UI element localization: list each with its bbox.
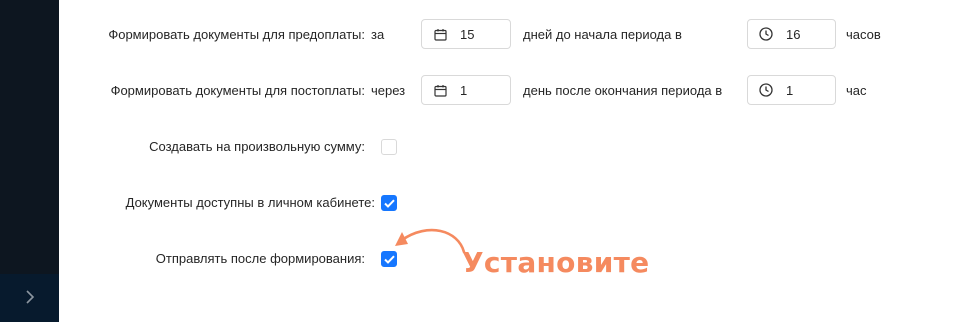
prepay-row: Формировать документы для предоплаты: за… bbox=[59, 19, 970, 51]
prepay-hours-input[interactable]: 16 bbox=[747, 19, 836, 49]
prepay-days-input[interactable]: 15 bbox=[421, 19, 511, 49]
prepay-prefix: за bbox=[371, 27, 385, 42]
postpay-days-input[interactable]: 1 bbox=[421, 75, 511, 105]
postpay-prefix: через bbox=[371, 83, 406, 98]
postpay-row: Формировать документы для постоплаты: че… bbox=[59, 75, 970, 107]
sidebar bbox=[0, 0, 59, 322]
curved-arrow-icon bbox=[388, 224, 470, 259]
postpay-hours-value: 1 bbox=[786, 82, 794, 98]
custom-amount-label: Создавать на произвольную сумму: bbox=[149, 139, 365, 154]
personal-cabinet-checkbox[interactable] bbox=[381, 195, 397, 211]
postpay-middle-text: день после окончания периода в bbox=[523, 83, 723, 98]
clock-icon bbox=[759, 27, 773, 41]
prepay-middle-text: дней до начала периода в bbox=[523, 27, 682, 42]
personal-cabinet-row: Документы доступны в личном кабинете: bbox=[59, 187, 970, 219]
custom-amount-row: Создавать на произвольную сумму: bbox=[59, 131, 970, 163]
check-icon bbox=[383, 196, 395, 211]
postpay-suffix: час bbox=[846, 83, 867, 98]
postpay-hours-input[interactable]: 1 bbox=[747, 75, 836, 105]
prepay-label: Формировать документы для предоплаты: bbox=[108, 27, 365, 42]
prepay-hours-value: 16 bbox=[786, 26, 801, 42]
postpay-days-value: 1 bbox=[460, 82, 468, 98]
custom-amount-checkbox[interactable] bbox=[381, 139, 397, 155]
sidebar-collapse-button[interactable] bbox=[0, 274, 59, 322]
postpay-label: Формировать документы для постоплаты: bbox=[110, 83, 365, 98]
clock-icon bbox=[759, 83, 773, 97]
send-after-label: Отправлять после формирования: bbox=[155, 251, 365, 266]
prepay-days-value: 15 bbox=[460, 26, 475, 42]
prepay-suffix: часов bbox=[846, 27, 881, 42]
calendar-icon bbox=[433, 83, 447, 97]
calendar-icon bbox=[433, 27, 447, 41]
personal-cabinet-label: Документы доступны в личном кабинете: bbox=[125, 195, 375, 210]
annotation-text: Установите bbox=[462, 246, 650, 279]
chevron-right-icon bbox=[25, 289, 35, 307]
